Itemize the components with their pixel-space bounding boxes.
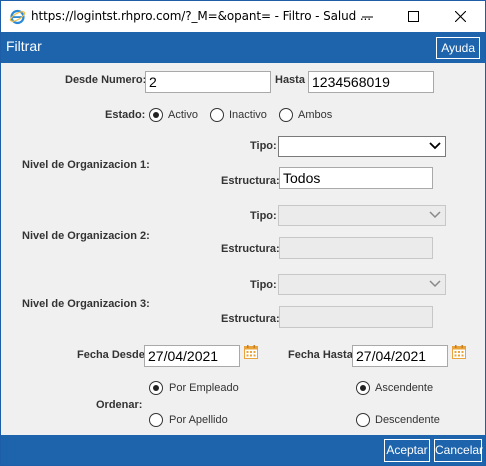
fecha-desde-input[interactable]: 27/04/2021 xyxy=(144,345,240,367)
filter-form: Desde Numero: 2 Hasta 1234568019 Estado:… xyxy=(1,63,485,435)
hasta-label: Hasta xyxy=(275,74,305,86)
desde-numero-label: Desde Numero: xyxy=(65,74,147,86)
nivel3-tipo-select[interactable] xyxy=(278,274,446,295)
nivel3-estructura-label: Estructura: xyxy=(221,313,280,325)
calendar-icon[interactable] xyxy=(244,345,258,359)
nivel1-label: Nivel de Organizacion 1: xyxy=(22,159,150,171)
internet-explorer-icon xyxy=(9,9,26,25)
dialog-footer: Aceptar Cancelar xyxy=(1,435,485,465)
cancel-button[interactable]: Cancelar xyxy=(434,439,483,462)
nivel1-tipo-select[interactable] xyxy=(278,136,446,157)
maximize-icon xyxy=(407,11,419,22)
fecha-hasta-label: Fecha Hasta: xyxy=(288,349,357,361)
close-icon xyxy=(454,11,466,22)
desde-numero-input[interactable]: 2 xyxy=(145,71,271,93)
minimize-button[interactable] xyxy=(344,1,390,32)
help-button[interactable]: Ayuda xyxy=(436,37,480,59)
nivel3-estructura-input[interactable] xyxy=(279,306,433,328)
nivel2-label: Nivel de Organizacion 2: xyxy=(22,230,150,242)
fecha-hasta-input[interactable]: 27/04/2021 xyxy=(352,345,448,367)
orden-apellido-radio[interactable] xyxy=(149,413,163,427)
estado-ambos-label: Ambos xyxy=(298,109,333,121)
fecha-desde-label: Fecha Desde: xyxy=(77,349,149,361)
title-bar: https://logintst.rhpro.com/?_M=&opant= -… xyxy=(1,1,485,32)
nivel2-estructura-input[interactable] xyxy=(279,237,433,259)
nivel2-tipo-select[interactable] xyxy=(278,205,446,226)
dialog-window: https://logintst.rhpro.com/?_M=&opant= -… xyxy=(0,0,486,466)
nivel1-estructura-label: Estructura: xyxy=(221,175,280,187)
orden-descendente-label: Descendente xyxy=(375,414,440,426)
estado-activo-radio[interactable] xyxy=(149,108,163,122)
maximize-button[interactable] xyxy=(390,1,436,32)
dialog-header: Filtrar Ayuda xyxy=(1,32,485,63)
nivel1-tipo-label: Tipo: xyxy=(250,140,277,152)
orden-descendente-radio[interactable] xyxy=(356,413,370,427)
estado-ambos-radio[interactable] xyxy=(279,108,293,122)
accept-button[interactable]: Aceptar xyxy=(384,439,430,462)
orden-empleado-label: Por Empleado xyxy=(169,382,239,394)
chevron-down-icon xyxy=(429,280,441,288)
nivel2-estructura-label: Estructura: xyxy=(221,243,280,255)
nivel2-tipo-label: Tipo: xyxy=(250,210,277,222)
chevron-down-icon xyxy=(429,142,441,150)
ordenar-label: Ordenar: xyxy=(96,399,143,411)
estado-inactivo-radio[interactable] xyxy=(210,108,224,122)
estado-label: Estado: xyxy=(105,109,146,121)
nivel1-estructura-input[interactable]: Todos xyxy=(279,167,433,189)
nivel3-label: Nivel de Organizacion 3: xyxy=(22,298,150,310)
estado-inactivo-label: Inactivo xyxy=(229,109,267,121)
minimize-icon xyxy=(361,16,373,18)
window-title: https://logintst.rhpro.com/?_M=&opant= -… xyxy=(31,9,371,23)
orden-ascendente-label: Ascendente xyxy=(375,382,434,394)
estado-activo-label: Activo xyxy=(168,109,198,121)
hasta-input[interactable]: 1234568019 xyxy=(308,71,434,93)
dialog-title: Filtrar xyxy=(6,38,42,54)
chevron-down-icon xyxy=(429,211,441,219)
close-button[interactable] xyxy=(437,1,483,32)
orden-ascendente-radio[interactable] xyxy=(356,381,370,395)
nivel3-tipo-label: Tipo: xyxy=(250,279,277,291)
orden-apellido-label: Por Apellido xyxy=(169,414,228,426)
calendar-icon[interactable] xyxy=(452,345,466,359)
orden-empleado-radio[interactable] xyxy=(149,381,163,395)
